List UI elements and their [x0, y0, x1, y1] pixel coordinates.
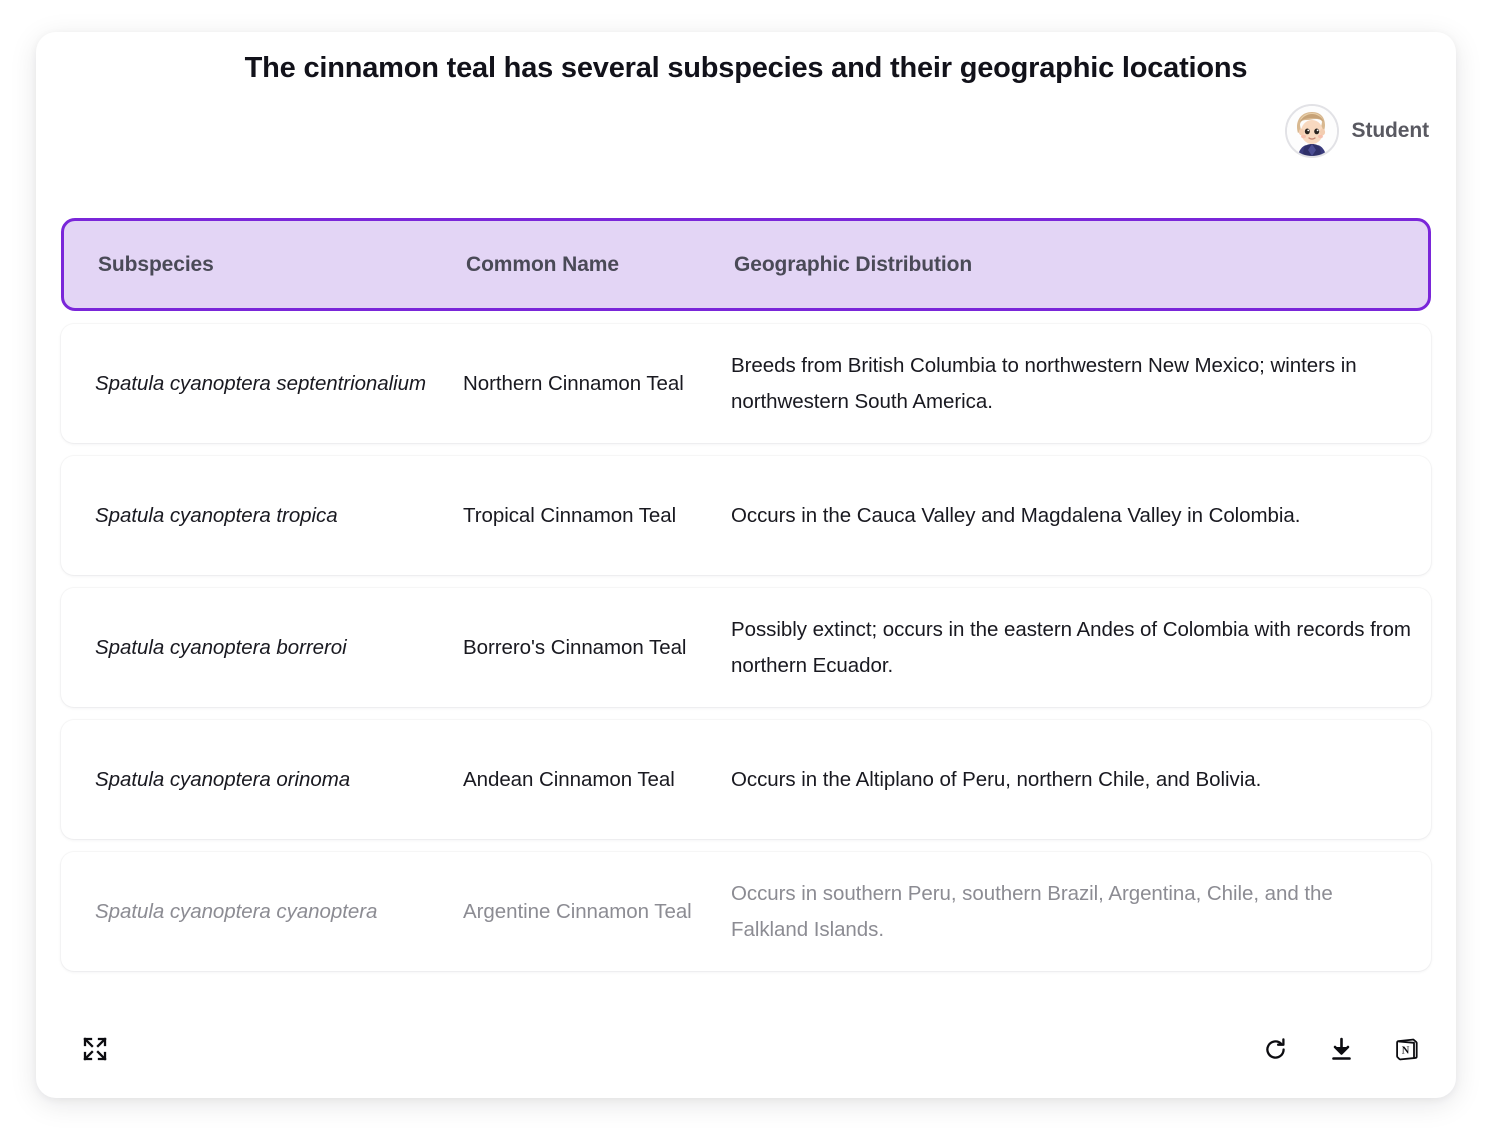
toolbar-actions: N: [1260, 1034, 1422, 1064]
subspecies-table: Subspecies Common Name Geographic Distri…: [61, 218, 1431, 971]
cell-common-name: Northern Cinnamon Teal: [463, 371, 684, 395]
table-row: Spatula cyanoptera tropica Tropical Cinn…: [61, 456, 1431, 575]
cell-geographic-distribution: Occurs in southern Peru, southern Brazil…: [731, 881, 1333, 941]
cell-geographic-distribution: Breeds from British Columbia to northwes…: [731, 353, 1357, 413]
cell-geographic-distribution: Possibly extinct; occurs in the eastern …: [731, 617, 1411, 677]
cell-subspecies: Spatula cyanoptera septentrionalium: [95, 371, 427, 395]
cell-common-name: Argentine Cinnamon Teal: [463, 899, 692, 923]
cell-subspecies: Spatula cyanoptera orinoma: [95, 767, 351, 791]
column-header-subspecies: Subspecies: [98, 252, 214, 276]
bottom-toolbar: N: [36, 1026, 1456, 1072]
refresh-regenerate-icon[interactable]: [1260, 1034, 1290, 1064]
table-row: Spatula cyanoptera orinoma Andean Cinnam…: [61, 720, 1431, 839]
cell-common-name: Borrero's Cinnamon Teal: [463, 635, 687, 659]
cell-subspecies: Spatula cyanoptera cyanoptera: [95, 899, 378, 923]
table-row: Spatula cyanoptera borreroi Borrero's Ci…: [61, 588, 1431, 707]
cell-geographic-distribution: Occurs in the Cauca Valley and Magdalena…: [731, 503, 1301, 527]
download-icon[interactable]: [1326, 1034, 1356, 1064]
table-row: Spatula cyanoptera cyanoptera Argentine …: [61, 852, 1431, 971]
screenshot-root: The cinnamon teal has several subspecies…: [0, 0, 1492, 1138]
content-card: The cinnamon teal has several subspecies…: [36, 32, 1456, 1098]
student-avatar-icon: [1284, 104, 1339, 158]
column-header-geographic-distribution: Geographic Distribution: [734, 252, 973, 276]
cell-common-name: Andean Cinnamon Teal: [463, 767, 675, 791]
table-header-row: Subspecies Common Name Geographic Distri…: [61, 218, 1431, 311]
cell-subspecies: Spatula cyanoptera borreroi: [95, 635, 347, 659]
svg-text:N: N: [1401, 1045, 1409, 1056]
column-header-common-name: Common Name: [466, 252, 619, 276]
notion-logo-icon[interactable]: N: [1392, 1034, 1422, 1064]
cell-common-name: Tropical Cinnamon Teal: [463, 503, 677, 527]
cell-geographic-distribution: Occurs in the Altiplano of Peru, norther…: [731, 767, 1262, 791]
table-row: Spatula cyanoptera septentrionalium Nort…: [61, 324, 1431, 443]
user-name: Student: [1351, 119, 1430, 142]
user-badge[interactable]: Student: [1284, 104, 1430, 158]
cell-subspecies: Spatula cyanoptera tropica: [95, 503, 338, 527]
page-title: The cinnamon teal has several subspecies…: [244, 52, 1248, 84]
expand-fullscreen-icon[interactable]: [80, 1034, 110, 1064]
